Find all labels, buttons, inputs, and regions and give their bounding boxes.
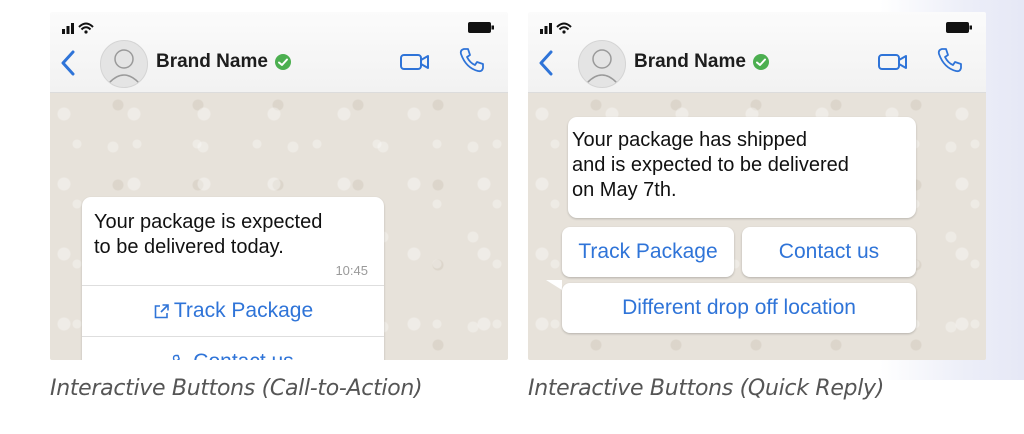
voice-call-icon[interactable] bbox=[458, 46, 486, 74]
track-package-button[interactable]: Track Package bbox=[562, 227, 734, 277]
back-arrow-icon[interactable] bbox=[60, 50, 76, 76]
contact-us-button[interactable]: Contact us bbox=[742, 227, 916, 277]
brand-name-label: Brand Name bbox=[634, 51, 746, 72]
chat-header: Brand Name bbox=[528, 12, 986, 93]
message-card: Your package is expected to be delivered… bbox=[82, 197, 384, 360]
battery-icon bbox=[946, 22, 972, 33]
bubble-tail bbox=[546, 280, 562, 290]
battery-icon bbox=[468, 22, 494, 33]
message-text: Your package is expected to be delivered… bbox=[94, 211, 323, 258]
avatar[interactable] bbox=[100, 40, 148, 88]
avatar[interactable] bbox=[578, 40, 626, 88]
voice-call-icon[interactable] bbox=[936, 46, 964, 74]
contact-name[interactable]: Brand Name bbox=[156, 50, 292, 74]
back-arrow-icon[interactable] bbox=[538, 50, 554, 76]
track-package-button[interactable]: Track Package bbox=[82, 286, 384, 336]
message-bubble: Your package has shipped and is expected… bbox=[568, 117, 916, 218]
caption-call-to-action: Interactive Buttons (Call-to-Action) bbox=[50, 376, 423, 401]
signal-wifi-icon bbox=[540, 22, 572, 34]
contact-us-button[interactable]: Contact us bbox=[82, 337, 384, 360]
caption-quick-reply: Interactive Buttons (Quick Reply) bbox=[528, 376, 885, 401]
phone-mockup-call-to-action: Brand Name Your package is expected to b… bbox=[50, 12, 508, 360]
chat-area: Your package is expected to be delivered… bbox=[50, 93, 508, 360]
contact-name[interactable]: Brand Name bbox=[634, 50, 770, 74]
phone-icon bbox=[173, 354, 181, 360]
different-drop-off-location-button[interactable]: Different drop off location bbox=[562, 283, 916, 333]
video-call-icon[interactable] bbox=[878, 52, 908, 72]
chat-area: Your package has shipped and is expected… bbox=[528, 93, 986, 360]
signal-wifi-icon bbox=[62, 22, 94, 34]
chat-header: Brand Name bbox=[50, 12, 508, 93]
message-text: Your package has shipped and is expected… bbox=[572, 129, 849, 201]
brand-name-label: Brand Name bbox=[156, 51, 268, 72]
contact-us-label: Contact us bbox=[193, 350, 293, 360]
verified-icon bbox=[274, 54, 291, 70]
track-package-label: Track Package bbox=[173, 299, 314, 322]
verified-icon bbox=[752, 54, 769, 70]
phone-mockup-quick-reply: Brand Name Your package has shipped and … bbox=[528, 12, 986, 360]
external-link-icon bbox=[154, 303, 169, 318]
message-time: 10:45 bbox=[335, 263, 368, 278]
video-call-icon[interactable] bbox=[400, 52, 430, 72]
